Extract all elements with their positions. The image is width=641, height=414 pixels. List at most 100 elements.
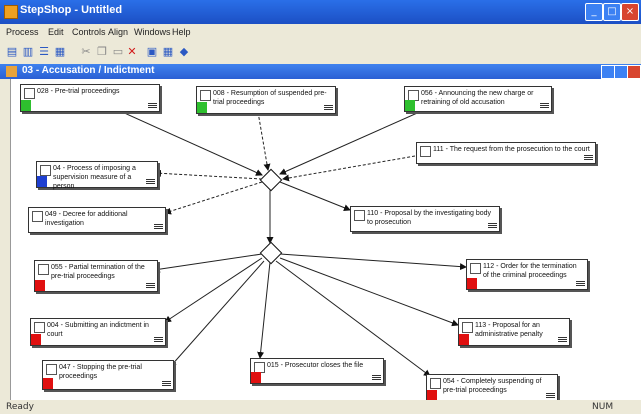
window-title: StepShop - Untitled [20, 4, 123, 16]
menu-edit[interactable]: Edit [48, 27, 64, 37]
menu-help[interactable]: Help [172, 27, 191, 37]
resize-grip-icon[interactable] [324, 105, 333, 111]
status-flag-red [459, 334, 469, 345]
resize-grip-icon[interactable] [146, 179, 155, 185]
node-113[interactable]: 113 - Proposal for an administrative pen… [458, 318, 570, 346]
resize-grip-icon[interactable] [488, 223, 497, 229]
resize-grip-icon[interactable] [162, 381, 171, 387]
resize-grip-icon[interactable] [146, 283, 155, 289]
node-label: 008 - Resumption of suspended pre-trial … [213, 90, 327, 106]
app-icon [4, 5, 18, 19]
node-015[interactable]: 015 - Prosecutor closes the file [250, 358, 384, 384]
paste-icon[interactable]: ▭ [112, 45, 124, 58]
status-flag-green [405, 100, 415, 111]
status-flag-red [31, 334, 41, 345]
node-check-icon [462, 322, 473, 333]
menu-windows[interactable]: Windows [134, 27, 171, 37]
node-label: 113 - Proposal for an administrative pen… [475, 322, 543, 338]
node-label: 004 - Submitting an indictment in court [47, 322, 149, 338]
copy-icon[interactable]: ❐ [96, 45, 108, 58]
node-label: 054 - Completely suspending of pre-trial… [443, 378, 542, 394]
node-check-icon [34, 322, 45, 333]
new-document-icon[interactable]: ▤ [6, 45, 18, 58]
left-margin [0, 79, 10, 400]
close-button[interactable]: × [621, 3, 639, 21]
resize-grip-icon[interactable] [154, 224, 163, 230]
node-check-icon [430, 378, 441, 389]
node-label: 110 - Proposal by the investigating body… [367, 210, 492, 226]
document-title-bar: 03 - Accusation / Indictment [0, 64, 641, 79]
node-047[interactable]: 047 - Stopping the pre-trial proceedings [42, 360, 174, 390]
resize-grip-icon[interactable] [576, 281, 585, 287]
node-check-icon [46, 364, 57, 375]
node-028[interactable]: 028 - Pre-trial proceedings [20, 84, 160, 112]
num-lock-indicator: NUM [592, 402, 614, 412]
status-text: Ready [6, 402, 34, 412]
tile-icon[interactable]: ▦ [162, 45, 174, 58]
node-check-icon [24, 88, 35, 99]
menu-process[interactable]: Process [6, 27, 39, 37]
node-check-icon [200, 90, 211, 101]
node-054[interactable]: 054 - Completely suspending of pre-trial… [426, 374, 558, 402]
title-bar: StepShop - Untitled _ □ × [0, 0, 641, 24]
toolbar: ▤ ▥ ☰ ▦ ✂ ❐ ▭ ✕ ▣ ▦ ◆ [0, 41, 641, 65]
resize-grip-icon[interactable] [154, 337, 163, 343]
resize-grip-icon[interactable] [148, 103, 157, 109]
doc-maximize-button[interactable] [614, 65, 628, 79]
resize-grip-icon[interactable] [540, 103, 549, 109]
node-check-icon [354, 210, 365, 221]
resize-grip-icon[interactable] [546, 393, 555, 399]
status-flag-green [197, 102, 207, 113]
status-flag-red [251, 372, 261, 383]
document-icon [6, 66, 17, 77]
open-icon[interactable]: ▥ [22, 45, 34, 58]
menu-bar: Process Edit Controls Align Windows Help [0, 24, 641, 41]
node-004[interactable]: 004 - Submitting an indictment in court [30, 318, 166, 346]
node-check-icon [32, 211, 43, 222]
node-110[interactable]: 110 - Proposal by the investigating body… [350, 206, 500, 232]
status-flag-red [467, 278, 477, 289]
node-check-icon [470, 263, 481, 274]
node-055[interactable]: 055 - Partial termination of the pre-tri… [34, 260, 158, 292]
node-label: 015 - Prosecutor closes the file [267, 362, 364, 369]
document-title: 03 - Accusation / Indictment [22, 65, 155, 76]
menu-controls[interactable]: Controls [72, 27, 106, 37]
node-111[interactable]: 111 - The request from the prosecution t… [416, 142, 596, 164]
node-112[interactable]: 112 - Order for the termination of the c… [466, 259, 588, 290]
save-icon[interactable]: ▦ [54, 45, 66, 58]
status-flag-red [43, 378, 53, 389]
node-label: 111 - The request from the prosecution t… [433, 146, 590, 153]
node-056[interactable]: 056 - Announcing the new charge or retra… [404, 86, 552, 112]
resize-grip-icon[interactable] [372, 375, 381, 381]
cut-icon[interactable]: ✂ [80, 45, 92, 58]
status-bar: Ready NUM [0, 400, 641, 414]
status-flag-green [21, 100, 31, 111]
doc-minimize-button[interactable] [601, 65, 615, 79]
help-icon[interactable]: ◆ [178, 45, 190, 58]
node-label: 112 - Order for the termination of the c… [483, 263, 577, 279]
maximize-button[interactable]: □ [603, 3, 621, 21]
resize-grip-icon[interactable] [558, 337, 567, 343]
node-label: 049 - Decree for additional investigatio… [45, 211, 128, 227]
node-label: 028 - Pre-trial proceedings [37, 88, 120, 95]
doc-close-button[interactable] [627, 65, 641, 79]
node-049[interactable]: 049 - Decree for additional investigatio… [28, 207, 166, 233]
minimize-button[interactable]: _ [585, 3, 603, 21]
node-check-icon [420, 146, 431, 157]
node-label: 056 - Announcing the new charge or retra… [421, 90, 534, 106]
node-04[interactable]: 04 - Process of imposing a supervision m… [36, 161, 158, 190]
diagram-canvas[interactable] [10, 79, 641, 400]
node-check-icon [38, 264, 49, 275]
window-icon[interactable]: ▣ [146, 45, 158, 58]
status-flag-blue [37, 176, 47, 187]
node-008[interactable]: 008 - Resumption of suspended pre-trial … [196, 86, 336, 114]
menu-align[interactable]: Align [108, 27, 128, 37]
status-flag-red [35, 280, 45, 291]
node-label: 055 - Partial termination of the pre-tri… [51, 264, 145, 280]
delete-icon[interactable]: ✕ [126, 45, 138, 58]
resize-grip-icon[interactable] [584, 155, 593, 161]
node-label: 047 - Stopping the pre-trial proceedings [59, 364, 142, 380]
node-check-icon [40, 165, 51, 176]
list-icon[interactable]: ☰ [38, 45, 50, 58]
node-label: 04 - Process of imposing a supervision m… [53, 165, 136, 190]
